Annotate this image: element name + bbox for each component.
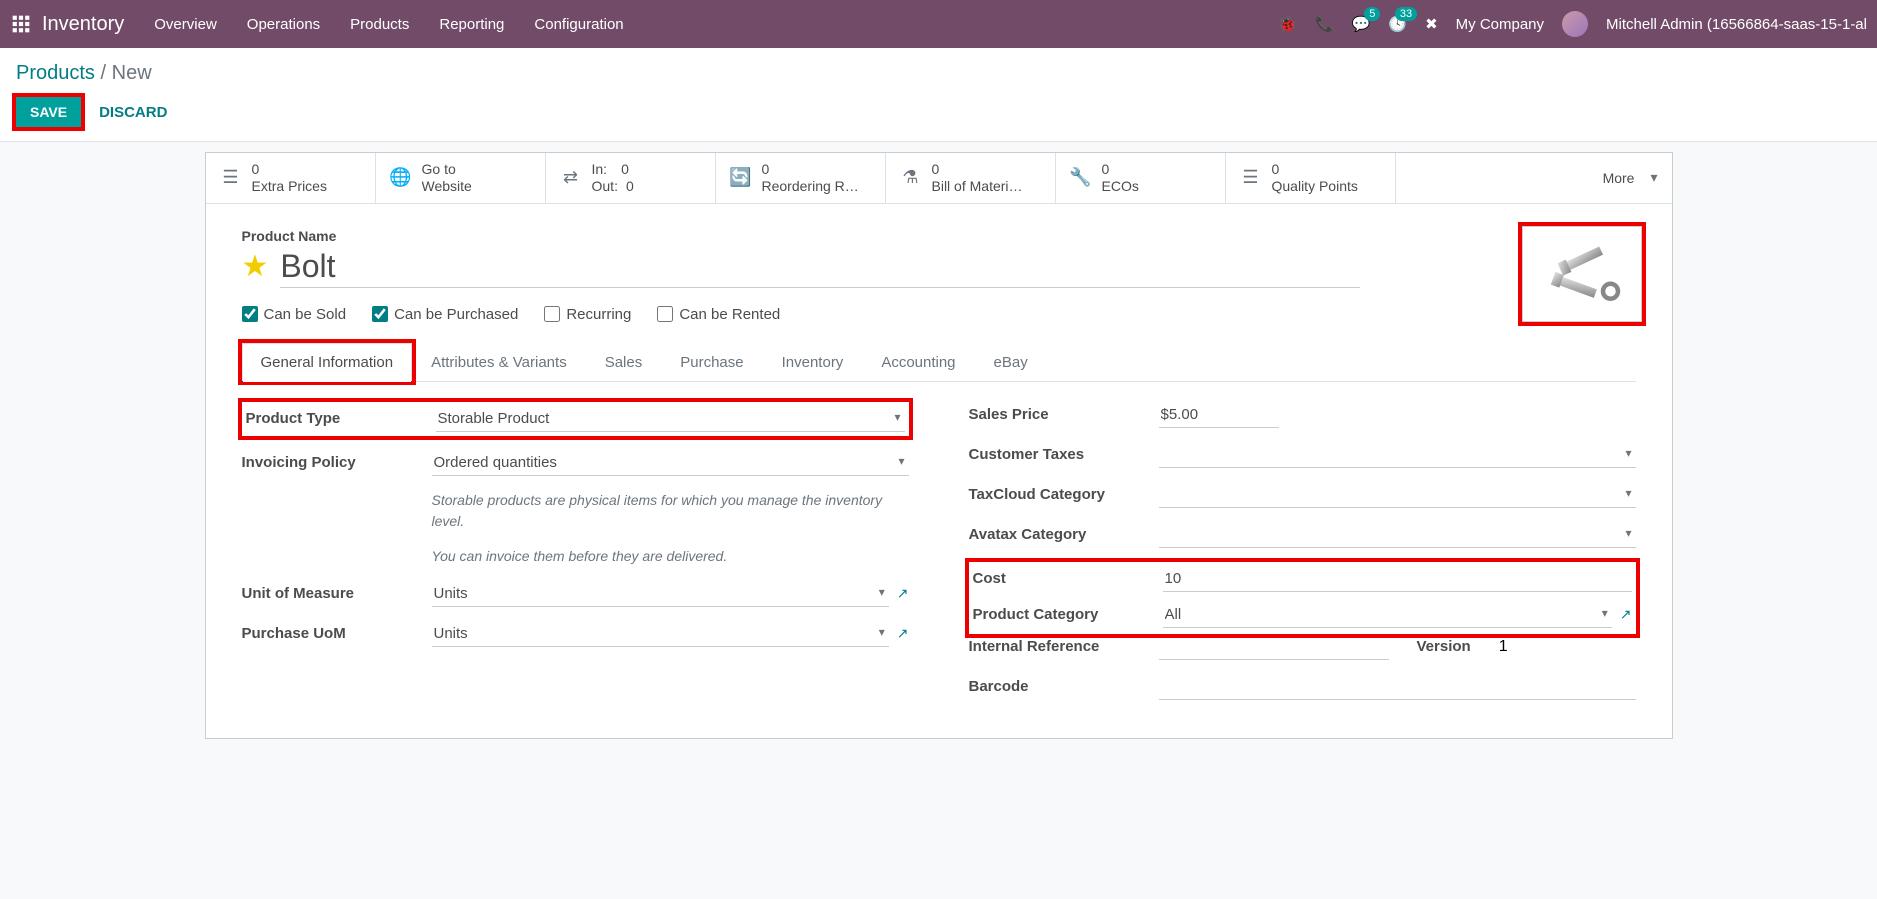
stat-reordering[interactable]: 🔄 0Reordering R… — [716, 153, 886, 203]
app-brand[interactable]: Inventory — [42, 13, 124, 36]
list-icon: ☰ — [220, 167, 242, 188]
invoicing-label: Invoicing Policy — [242, 450, 432, 471]
chat-icon[interactable]: 💬5 — [1352, 15, 1371, 33]
version-label: Version — [1417, 638, 1471, 655]
product-type-label: Product Type — [246, 406, 436, 427]
taxcloud-select[interactable] — [1159, 482, 1636, 508]
customer-taxes-label: Customer Taxes — [969, 442, 1159, 463]
category-select[interactable] — [1163, 602, 1612, 628]
menu-overview[interactable]: Overview — [154, 16, 217, 33]
discard-button[interactable]: DISCARD — [99, 104, 167, 121]
apps-icon[interactable] — [10, 13, 32, 35]
menu-configuration[interactable]: Configuration — [534, 16, 623, 33]
phone-icon[interactable]: 📞 — [1315, 15, 1334, 33]
stat-extra-prices[interactable]: ☰ 0Extra Prices — [206, 153, 376, 203]
breadcrumb-current: New — [112, 62, 152, 84]
puom-label: Purchase UoM — [242, 621, 432, 642]
stat-bom[interactable]: ⚗ 0Bill of Materi… — [886, 153, 1056, 203]
product-name-label: Product Name — [242, 228, 1636, 244]
sales-price-input[interactable] — [1159, 402, 1279, 428]
flask-icon: ⚗ — [900, 167, 922, 188]
tab-purchase[interactable]: Purchase — [661, 343, 762, 381]
activity-icon[interactable]: 🕓33 — [1388, 15, 1407, 33]
stat-ecos[interactable]: 🔧 0ECOs — [1056, 153, 1226, 203]
uom-select[interactable] — [432, 581, 889, 607]
menu-products[interactable]: Products — [350, 16, 409, 33]
product-name-input[interactable] — [280, 246, 1360, 288]
favorite-star-icon[interactable]: ★ — [242, 249, 269, 284]
uom-label: Unit of Measure — [242, 581, 432, 602]
stat-more[interactable]: More ▾ — [1562, 153, 1672, 203]
tab-general[interactable]: General Information — [242, 343, 413, 381]
user-label[interactable]: Mitchell Admin (16566864-saas-15-1-al — [1606, 16, 1867, 33]
barcode-label: Barcode — [969, 674, 1159, 695]
tab-ebay[interactable]: eBay — [975, 343, 1047, 381]
tab-accounting[interactable]: Accounting — [862, 343, 974, 381]
check-sold[interactable]: Can be Sold — [242, 306, 347, 323]
breadcrumb-products[interactable]: Products — [16, 62, 95, 84]
breadcrumb: Products / New — [16, 62, 1861, 85]
check-recurring[interactable]: Recurring — [544, 306, 631, 323]
left-column: Product Type Invoicing Policy Storable p… — [242, 402, 909, 714]
check-purchased[interactable]: Can be Purchased — [372, 306, 518, 323]
stat-quality[interactable]: ☰ 0Quality Points — [1226, 153, 1396, 203]
activity-count: 33 — [1395, 7, 1417, 21]
puom-select[interactable] — [432, 621, 889, 647]
tabs: General Information Attributes & Variant… — [242, 343, 1636, 382]
tab-variants[interactable]: Attributes & Variants — [412, 343, 586, 381]
right-column: Sales Price Customer Taxes TaxCloud Cate… — [969, 402, 1636, 714]
stat-website[interactable]: 🌐 Go toWebsite — [376, 153, 546, 203]
stat-in-out[interactable]: ⇄ In:0 Out:0 — [546, 153, 716, 203]
version-value: 1 — [1499, 638, 1508, 656]
settings-icon[interactable]: ✖ — [1425, 15, 1438, 33]
avatax-label: Avatax Category — [969, 522, 1159, 543]
help-text-2: You can invoice them before they are del… — [432, 546, 909, 567]
chevron-down-icon: ▾ — [1650, 169, 1657, 186]
taxcloud-label: TaxCloud Category — [969, 482, 1159, 503]
customer-taxes-select[interactable] — [1159, 442, 1636, 468]
invoicing-select[interactable] — [432, 450, 909, 476]
main-menu: Overview Operations Products Reporting C… — [154, 16, 623, 33]
menu-reporting[interactable]: Reporting — [439, 16, 504, 33]
globe-icon: 🌐 — [390, 167, 412, 188]
tab-sales[interactable]: Sales — [586, 343, 662, 381]
control-panel: Products / New SAVE DISCARD — [0, 48, 1877, 142]
avatar[interactable] — [1562, 11, 1588, 37]
product-image[interactable] — [1522, 226, 1642, 322]
company-label[interactable]: My Company — [1456, 16, 1544, 33]
tab-inventory[interactable]: Inventory — [763, 343, 863, 381]
external-link-icon[interactable]: ↗ — [1620, 606, 1632, 623]
product-type-select[interactable] — [436, 406, 905, 432]
sales-price-label: Sales Price — [969, 402, 1159, 423]
intref-label: Internal Reference — [969, 634, 1159, 655]
external-link-icon[interactable]: ↗ — [897, 625, 909, 642]
form-sheet: ☰ 0Extra Prices 🌐 Go toWebsite ⇄ In:0 Ou… — [205, 152, 1673, 739]
refresh-icon: 🔄 — [730, 167, 752, 188]
cost-input[interactable] — [1163, 566, 1632, 592]
menu-operations[interactable]: Operations — [247, 16, 320, 33]
cost-label: Cost — [973, 566, 1163, 587]
category-label: Product Category — [973, 602, 1163, 623]
help-text-1: Storable products are physical items for… — [432, 490, 909, 532]
wrench-icon: 🔧 — [1070, 167, 1092, 188]
chat-count: 5 — [1364, 7, 1380, 21]
external-link-icon[interactable]: ↗ — [897, 585, 909, 602]
intref-input[interactable] — [1159, 634, 1389, 660]
list-icon: ☰ — [1240, 167, 1262, 188]
save-button[interactable]: SAVE — [16, 97, 81, 127]
barcode-input[interactable] — [1159, 674, 1636, 700]
avatax-select[interactable] — [1159, 522, 1636, 548]
exchange-icon: ⇄ — [560, 167, 582, 188]
bug-icon[interactable]: 🐞 — [1278, 15, 1297, 33]
check-rented[interactable]: Can be Rented — [657, 306, 780, 323]
stat-buttons: ☰ 0Extra Prices 🌐 Go toWebsite ⇄ In:0 Ou… — [206, 153, 1672, 204]
top-nav: Inventory Overview Operations Products R… — [0, 0, 1877, 48]
